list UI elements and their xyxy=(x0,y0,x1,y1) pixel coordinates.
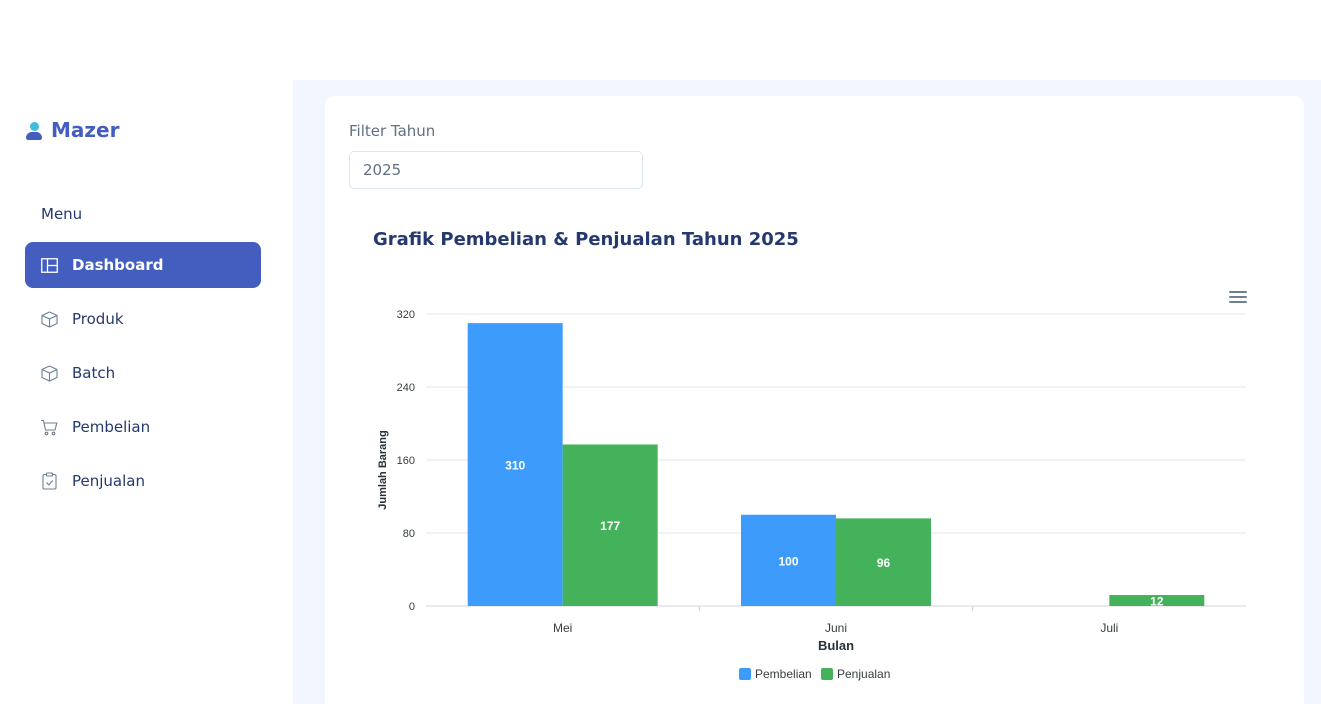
legend-label-pembelian: Pembelian xyxy=(755,667,812,681)
y-tick-label: 160 xyxy=(397,455,415,467)
sidebar-item-label: Produk xyxy=(72,310,124,328)
data-label: 100 xyxy=(778,554,798,568)
clipboard-check-icon xyxy=(40,472,58,490)
legend-swatch-penjualan xyxy=(821,668,833,680)
data-label: 310 xyxy=(505,459,525,473)
y-tick-label: 240 xyxy=(397,382,415,394)
data-label: 96 xyxy=(877,556,891,570)
grid-icon xyxy=(40,256,58,274)
menu-title: Menu xyxy=(41,205,83,223)
sidebar-nav: Dashboard Produk Batch Pembelian Penjual… xyxy=(25,242,261,512)
brand-name: Mazer xyxy=(51,118,120,142)
sidebar-item-pembelian[interactable]: Pembelian xyxy=(25,404,261,450)
bar-chart: 0 80 160 240 320 Mei 310 177 Juni 100 96 Juli 12 Bula… xyxy=(377,309,1246,681)
sidebar-item-label: Dashboard xyxy=(72,256,164,274)
sidebar-item-penjualan[interactable]: Penjualan xyxy=(25,458,261,504)
sidebar-item-label: Pembelian xyxy=(72,418,151,436)
main-content: Filter Tahun Grafik Pembelian & Penjuala… xyxy=(293,80,1321,716)
y-tick-label: 320 xyxy=(397,309,415,321)
sidebar-item-dashboard[interactable]: Dashboard xyxy=(25,242,261,288)
cart-icon xyxy=(40,418,58,436)
y-tick-label: 0 xyxy=(409,601,415,613)
x-tick-label: Mei xyxy=(553,621,572,635)
legend-swatch-pembelian xyxy=(739,668,751,680)
x-tick-label: Juni xyxy=(825,621,847,635)
data-label: 12 xyxy=(1150,595,1164,609)
sidebar: Mazer Menu Dashboard Produk Batch Pembel… xyxy=(0,0,293,704)
sidebar-item-label: Batch xyxy=(72,364,116,382)
x-axis-title: Bulan xyxy=(818,638,854,653)
sidebar-item-batch[interactable]: Batch xyxy=(25,350,261,396)
x-tick-label: Juli xyxy=(1100,621,1118,635)
legend-label-penjualan: Penjualan xyxy=(837,667,890,681)
y-axis-title: Jumlah Barang xyxy=(377,430,389,509)
sidebar-item-produk[interactable]: Produk xyxy=(25,296,261,342)
box-icon xyxy=(40,310,58,328)
sidebar-item-label: Penjualan xyxy=(72,472,145,490)
chart-card: Filter Tahun Grafik Pembelian & Penjuala… xyxy=(325,96,1304,716)
user-icon xyxy=(25,120,43,140)
box-icon xyxy=(40,364,58,382)
y-tick-label: 80 xyxy=(403,528,415,540)
brand-logo[interactable]: Mazer xyxy=(25,118,119,142)
data-label: 177 xyxy=(600,519,620,533)
